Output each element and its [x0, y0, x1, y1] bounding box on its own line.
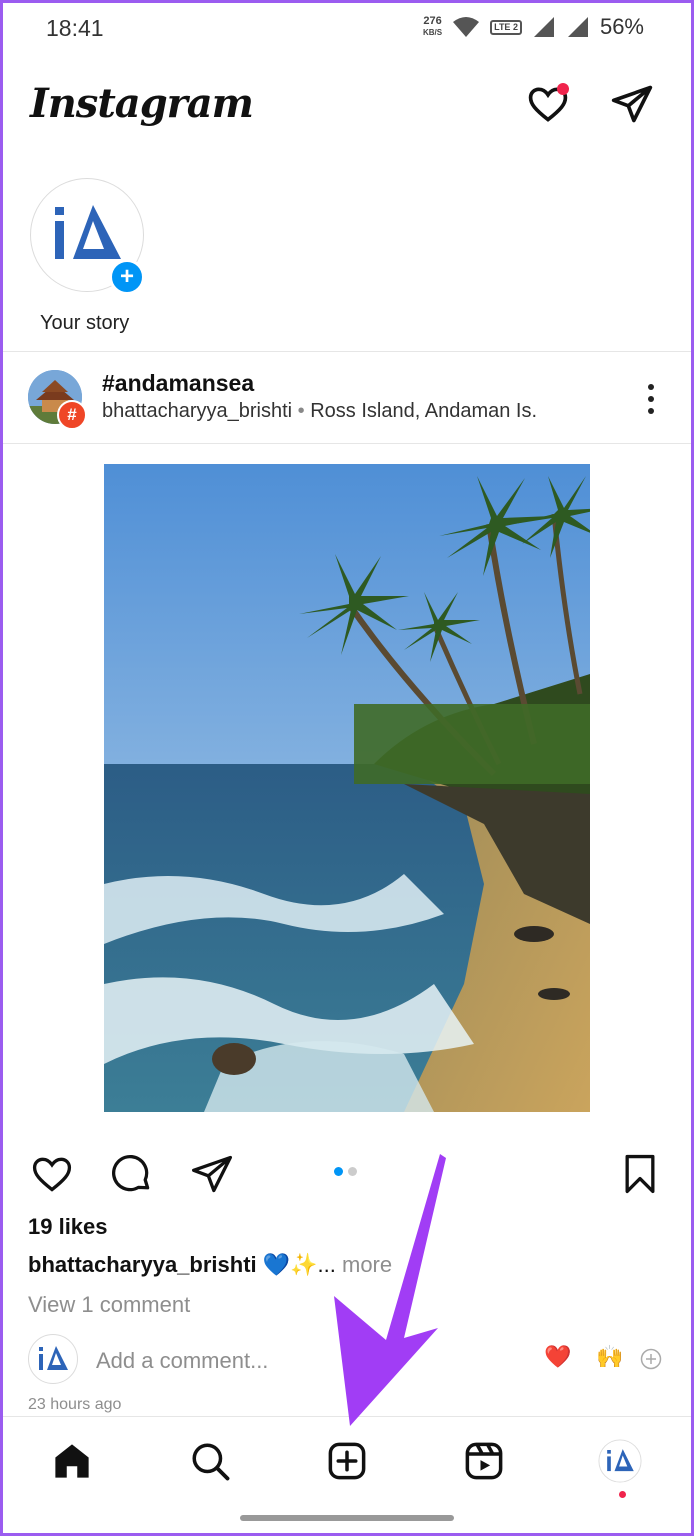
nav-create[interactable] [325, 1439, 369, 1483]
direct-messages-button[interactable] [610, 82, 654, 126]
post-subtitle: bhattacharyya_brishti • Ross Island, And… [102, 400, 537, 423]
reels-icon [465, 1442, 503, 1480]
bookmark-icon[interactable] [618, 1152, 662, 1196]
story-item-your-story[interactable]: + Your story [30, 178, 146, 334]
share-send-icon[interactable] [190, 1152, 234, 1196]
status-time: 18:41 [46, 15, 104, 41]
post-hashtag-title[interactable]: #andamansea [102, 370, 254, 397]
profile-avatar-icon [598, 1439, 642, 1483]
more-options-icon[interactable] [646, 382, 656, 416]
nav-reels[interactable] [462, 1439, 506, 1483]
bottom-navigation [0, 1416, 694, 1537]
subtitle-separator: • [292, 400, 311, 422]
post-photo[interactable] [104, 464, 590, 1112]
signal-icon [533, 17, 554, 37]
view-comments-link[interactable]: View 1 comment [28, 1292, 190, 1318]
status-bar: 18:41 276 KB/S LTE 2 56% [0, 0, 694, 60]
comment-icon[interactable] [110, 1152, 154, 1196]
post-username[interactable]: bhattacharyya_brishti [102, 400, 292, 422]
commenter-avatar [28, 1334, 78, 1384]
add-story-icon[interactable]: + [109, 259, 145, 295]
caption-username[interactable]: bhattacharyya_brishti [28, 1252, 257, 1277]
create-post-icon [328, 1442, 366, 1480]
quick-reaction-heart[interactable]: ❤️ [544, 1344, 571, 1370]
post-header: # #andamansea bhattacharyya_brishti • Ro… [0, 362, 694, 442]
story-label: Your story [40, 312, 130, 334]
ia-logo-icon [39, 1346, 68, 1370]
battery-level: 56% [599, 14, 644, 39]
nav-home[interactable] [50, 1439, 94, 1483]
signal-icon-2 [567, 17, 588, 37]
beach-photo [104, 464, 590, 1112]
post-timestamp: 23 hours ago [28, 1396, 122, 1413]
data-rate-value: 276 [423, 15, 442, 27]
post-location[interactable]: Ross Island, Andaman Is. [310, 400, 537, 422]
nav-search[interactable] [188, 1439, 232, 1483]
data-rate: 276 KB/S [423, 16, 442, 38]
notification-dot [557, 83, 569, 95]
gesture-home-bar[interactable] [240, 1515, 454, 1521]
add-reaction-icon[interactable] [640, 1348, 662, 1370]
add-comment-input[interactable]: Add a comment... [96, 1348, 268, 1374]
quick-reaction-raised-hands[interactable]: 🙌 [596, 1344, 623, 1370]
post-header-divider [0, 443, 694, 444]
like-heart-icon[interactable] [30, 1152, 74, 1196]
app-header: Instagram [0, 70, 694, 150]
lte-badge: LTE 2 [490, 19, 522, 35]
hashtag-badge: # [57, 400, 87, 430]
search-icon [192, 1443, 230, 1481]
wifi-icon [453, 17, 480, 37]
profile-notification-dot [619, 1491, 626, 1498]
send-icon [611, 85, 653, 123]
data-rate-unit: KB/S [422, 28, 443, 37]
instagram-logo[interactable]: Instagram [30, 80, 254, 127]
stories-divider [0, 351, 694, 352]
status-icons: 276 KB/S LTE 2 56% [423, 14, 644, 40]
likes-count[interactable]: 19 likes [28, 1214, 108, 1240]
story-avatar[interactable]: + [30, 178, 145, 295]
home-icon [55, 1444, 89, 1478]
activity-heart-button[interactable] [526, 82, 570, 126]
annotation-arrow-icon [334, 1154, 446, 1426]
nav-profile[interactable] [598, 1439, 642, 1483]
